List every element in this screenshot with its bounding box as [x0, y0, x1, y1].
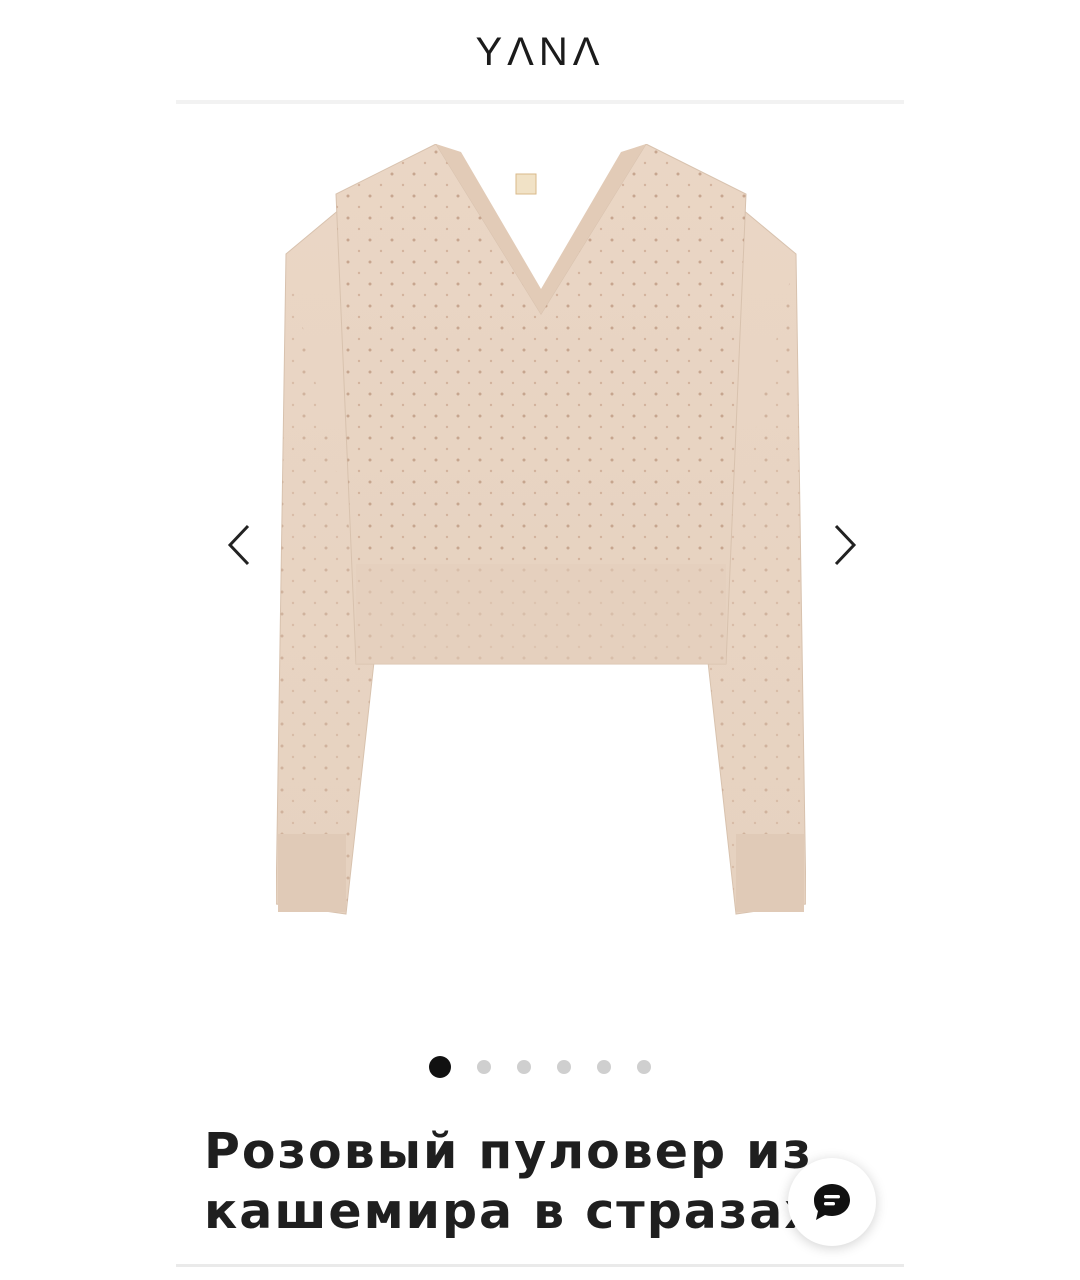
product-page: YΛNΛ Розовый пуловер из кашемира в страз… — [0, 0, 1080, 1280]
next-slide-button[interactable] — [824, 522, 864, 568]
pagination-dot-2[interactable] — [477, 1060, 491, 1074]
product-gallery[interactable] — [176, 104, 904, 1044]
chevron-right-icon — [834, 524, 857, 566]
chat-bubble-icon — [814, 1184, 850, 1220]
pagination-dot-4[interactable] — [557, 1060, 571, 1074]
pagination-dot-6[interactable] — [637, 1060, 651, 1074]
gallery-pagination — [176, 1056, 904, 1078]
product-title-line-1: Розовый пуловер из — [204, 1123, 813, 1180]
brand-logo[interactable]: YΛNΛ — [176, 30, 904, 75]
chevron-left-icon — [227, 524, 250, 566]
pagination-dot-3[interactable] — [517, 1060, 531, 1074]
pagination-dot-5[interactable] — [597, 1060, 611, 1074]
product-title: Розовый пуловер из кашемира в стразах — [204, 1122, 844, 1242]
pagination-dot-1[interactable] — [429, 1056, 451, 1078]
chat-button[interactable] — [788, 1158, 876, 1246]
product-image — [276, 144, 806, 915]
bottom-divider — [176, 1264, 904, 1267]
mobile-frame: YΛNΛ Розовый пуловер из кашемира в страз… — [176, 0, 904, 1280]
prev-slide-button[interactable] — [220, 522, 260, 568]
product-title-line-2: кашемира в стразах — [204, 1183, 818, 1240]
